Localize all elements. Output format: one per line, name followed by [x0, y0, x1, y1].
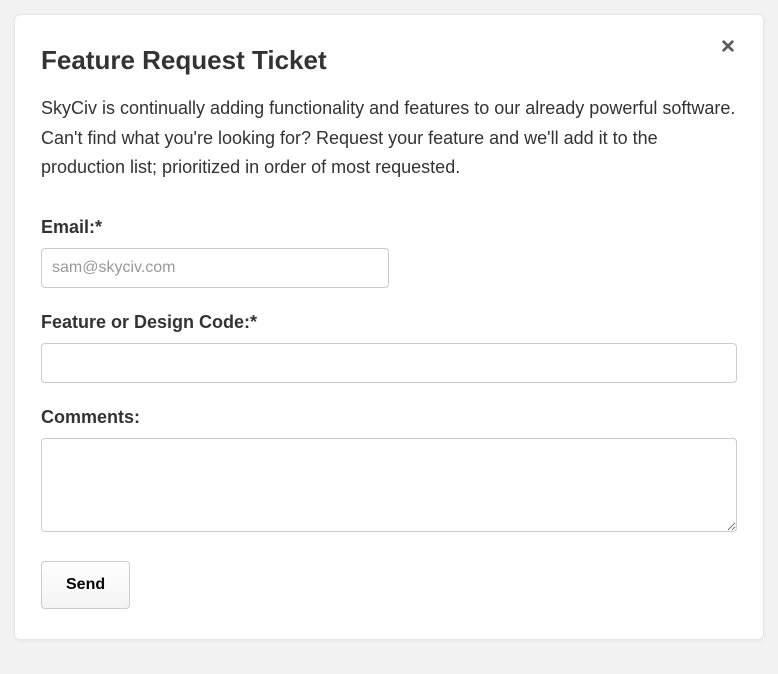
- feature-request-modal: Feature Request Ticket SkyCiv is continu…: [14, 14, 764, 640]
- modal-description: SkyCiv is continually adding functionali…: [41, 94, 737, 183]
- feature-input[interactable]: [41, 343, 737, 383]
- close-button[interactable]: [719, 37, 739, 57]
- comments-label: Comments:: [41, 407, 737, 428]
- email-input[interactable]: [41, 248, 389, 288]
- comments-textarea[interactable]: [41, 438, 737, 532]
- modal-title: Feature Request Ticket: [41, 45, 737, 76]
- email-label: Email:*: [41, 217, 737, 238]
- send-button[interactable]: Send: [41, 561, 130, 609]
- feature-label: Feature or Design Code:*: [41, 312, 737, 333]
- close-icon: [719, 37, 739, 55]
